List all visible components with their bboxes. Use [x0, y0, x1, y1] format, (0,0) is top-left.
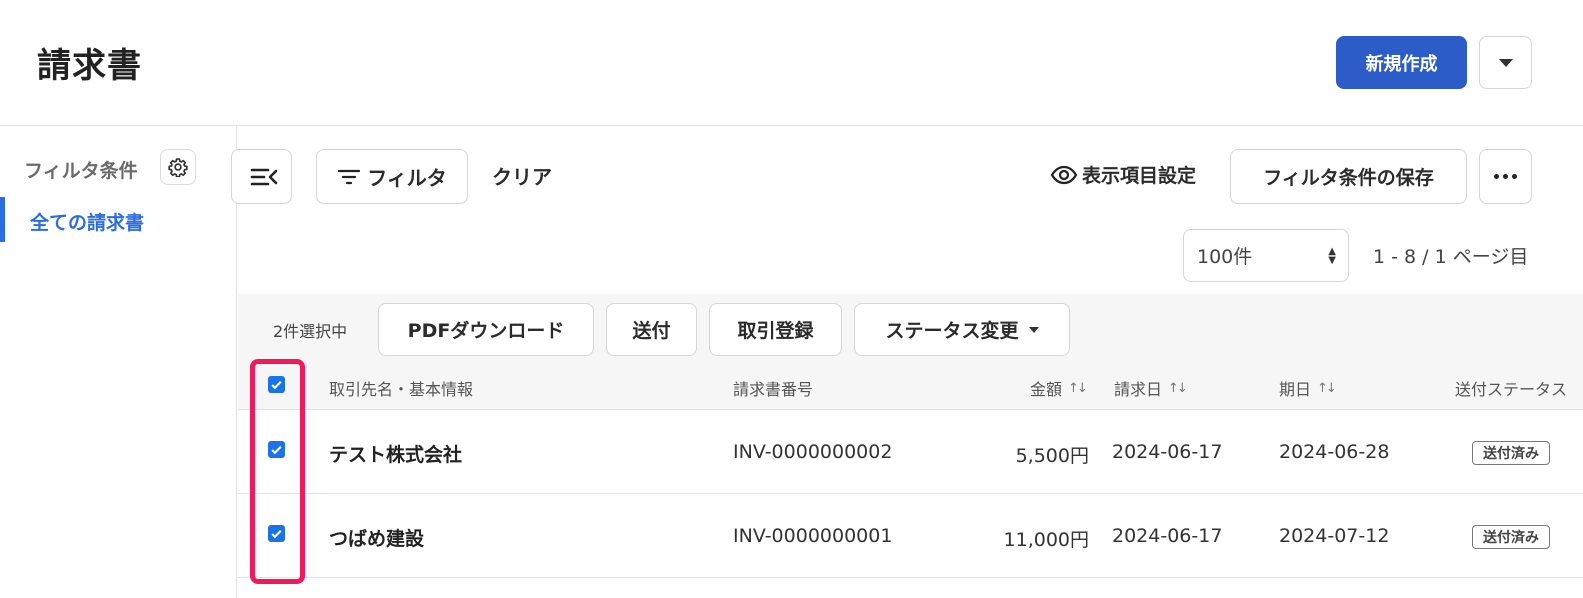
sidebar-item-all-invoices[interactable]: 全ての請求書 — [30, 208, 144, 235]
sort-icon[interactable]: ↑↓ — [1068, 381, 1088, 396]
client-name[interactable]: つばめ建設 — [329, 524, 424, 551]
eye-icon — [1050, 165, 1078, 184]
sort-icon[interactable]: ↑↓ — [1168, 381, 1188, 396]
save-filter-button[interactable]: フィルタ条件の保存 — [1230, 149, 1467, 204]
page-header: 請求書 新規作成 — [0, 0, 1583, 126]
filter-settings-button[interactable] — [160, 149, 196, 185]
invoice-number: INV-0000000001 — [733, 525, 893, 547]
new-options-button[interactable] — [1479, 36, 1532, 89]
page-info: 1 - 8 / 1 ページ目 — [1373, 246, 1529, 268]
display-settings-button[interactable]: 表示項目設定 — [1050, 161, 1196, 188]
collapse-sidebar-button[interactable] — [231, 149, 292, 204]
invoice-number: INV-0000000002 — [733, 441, 893, 463]
status-change-button[interactable]: ステータス変更 — [854, 303, 1070, 356]
chevron-down-icon — [1028, 326, 1039, 333]
chevron-down-icon — [1498, 58, 1513, 67]
more-options-button[interactable] — [1479, 149, 1532, 204]
send-button[interactable]: 送付 — [606, 303, 697, 356]
selected-count: 2件選択中 — [273, 322, 348, 341]
register-transaction-button[interactable]: 取引登録 — [709, 303, 842, 356]
more-dots-icon — [1494, 174, 1517, 179]
new-invoice-button[interactable]: 新規作成 — [1336, 36, 1467, 89]
column-due-date[interactable]: 期日 ↑↓ — [1279, 376, 1337, 400]
column-invoice-number: 請求書番号 — [733, 380, 814, 399]
invoice-date: 2024-06-17 — [1112, 525, 1223, 547]
column-send-status: 送付ステータス — [1455, 380, 1568, 399]
clear-button[interactable]: クリア — [492, 161, 552, 190]
filter-conditions-heading: フィルタ条件 — [24, 160, 138, 182]
column-client: 取引先名・基本情報 — [329, 380, 474, 399]
select-arrows-icon: ▲ ▼ — [1328, 246, 1336, 266]
sort-icon[interactable]: ↑↓ — [1317, 381, 1337, 396]
amount: 11,000円 — [1003, 529, 1089, 551]
display-settings-label: 表示項目設定 — [1082, 165, 1197, 187]
per-page-select[interactable]: 100件 ▲ ▼ — [1183, 229, 1349, 282]
invoice-date: 2024-06-17 — [1112, 441, 1223, 463]
filter-button-label: フィルタ — [367, 166, 447, 190]
checkbox-highlight-box — [250, 359, 305, 584]
client-name[interactable]: テスト株式会社 — [329, 440, 462, 467]
status-change-label: ステータス変更 — [885, 320, 1019, 342]
due-date: 2024-07-12 — [1279, 525, 1390, 547]
column-amount[interactable]: 金額 ↑↓ — [1030, 376, 1088, 400]
column-invoice-date[interactable]: 請求日 ↑↓ — [1114, 376, 1188, 400]
gear-icon — [168, 158, 188, 177]
filter-icon — [338, 169, 361, 184]
sidebar: フィルタ条件 全ての請求書 — [0, 126, 237, 598]
status-badge: 送付済み — [1472, 525, 1550, 549]
invoice-list-page: 請求書 新規作成 フィルタ条件 全ての請求書 フィルタ クリア 表示項目設定 フ… — [0, 0, 1583, 598]
status-badge: 送付済み — [1472, 441, 1550, 465]
page-title: 請求書 — [37, 46, 142, 86]
amount: 5,500円 — [1015, 445, 1089, 467]
filter-button[interactable]: フィルタ — [316, 149, 468, 204]
due-date: 2024-06-28 — [1279, 441, 1390, 463]
per-page-value: 100件 — [1197, 246, 1253, 268]
collapse-sidebar-icon — [250, 168, 278, 185]
active-indicator — [0, 197, 5, 242]
pdf-download-button[interactable]: PDFダウンロード — [378, 303, 594, 356]
